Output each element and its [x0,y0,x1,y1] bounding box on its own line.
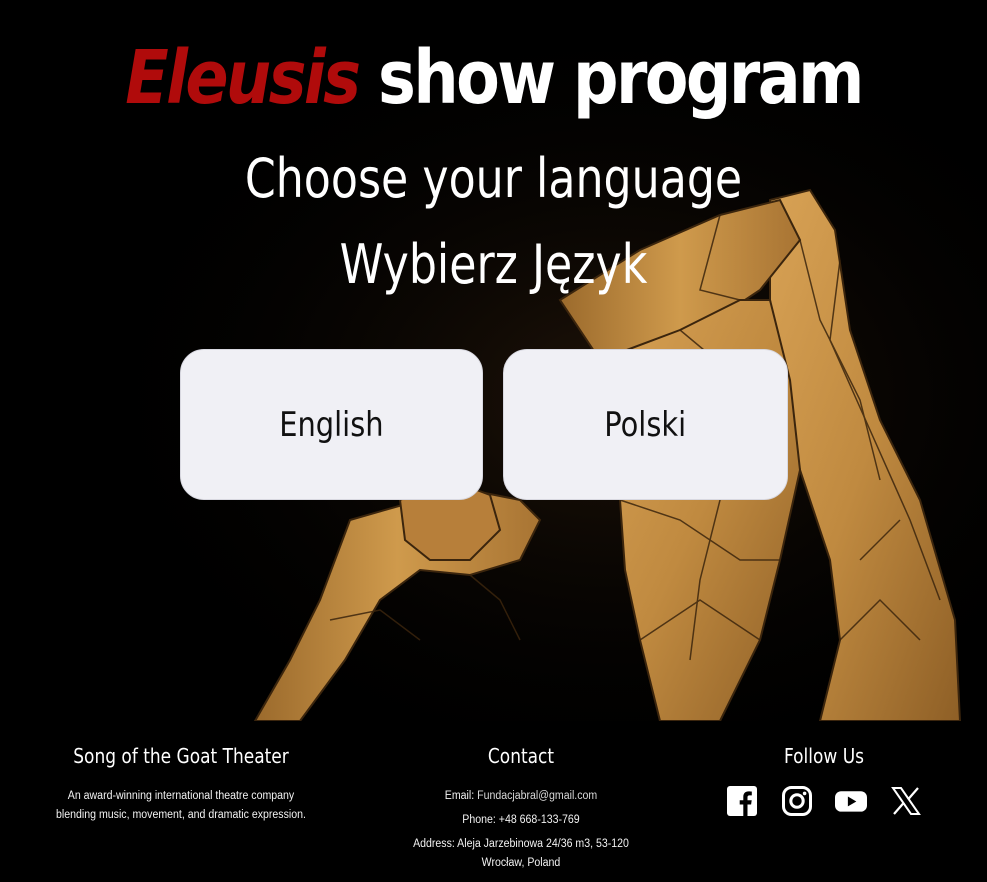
about-text: An award-winning international theatre c… [56,790,306,821]
footer-follow: Follow Us [712,743,936,817]
email-label: Email: [444,790,478,802]
youtube-icon[interactable] [835,785,868,817]
contact-heading: Contact [487,744,555,768]
wybierz-jezyk-heading: Wybierz Język [339,233,648,296]
title-rest: show program [358,35,864,121]
facebook-icon[interactable] [726,785,758,817]
contact-address: Address: Aleja Jarzebinowa 24/36 m3, 53-… [413,838,629,869]
contact-phone: Phone: +48 668-133-769 [462,814,580,826]
footer: Song of the Goat Theater An award-winnin… [0,721,987,882]
x-icon[interactable] [890,785,922,817]
footer-about: Song of the Goat Theater An award-winnin… [40,743,322,825]
english-button-label: English [279,404,384,445]
contact-email-line: Email: Fundacjabral@gmail.com [393,787,649,806]
follow-heading: Follow Us [783,744,865,768]
instagram-icon[interactable] [781,785,813,817]
footer-contact: Contact Email: Fundacjabral@gmail.com Ph… [382,743,660,873]
english-button[interactable]: English [180,349,483,500]
page-title: Eleusis show program [69,30,918,126]
email-link[interactable]: Fundacjabral@gmail.com [477,790,597,802]
page: Eleusis show program Choose your languag… [0,0,987,882]
about-heading: Song of the Goat Theater [73,744,289,768]
polski-button-label: Polski [604,404,687,445]
polski-button[interactable]: Polski [503,349,788,500]
hero-section: Eleusis show program Choose your languag… [0,0,987,721]
social-links [712,785,936,817]
title-brand: Eleusis [125,35,361,121]
choose-language-heading: Choose your language [244,147,743,210]
